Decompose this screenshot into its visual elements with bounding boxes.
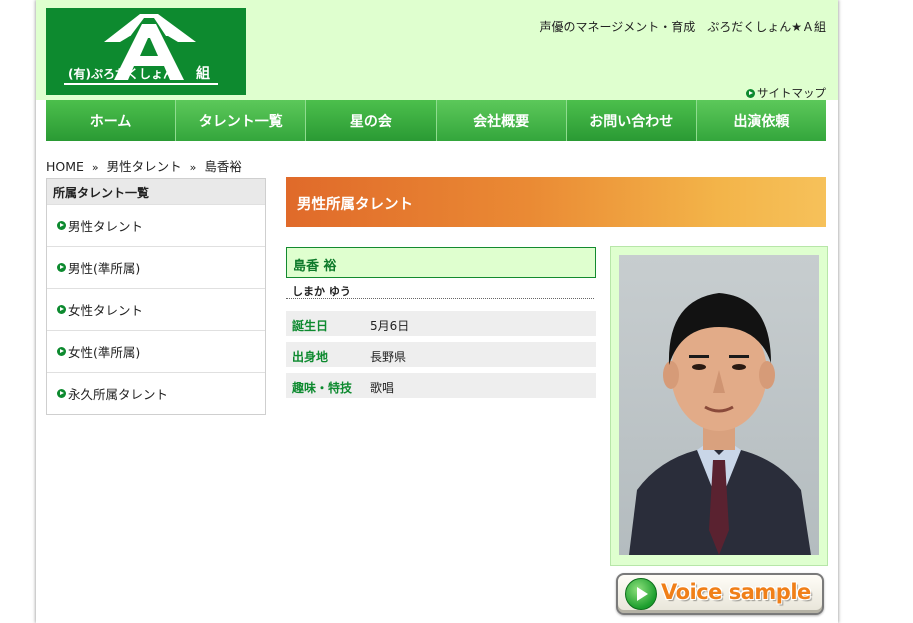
sidebar-item-male[interactable]: 男性タレント (47, 204, 265, 246)
breadcrumb-separator: » (91, 161, 99, 174)
talent-name-box: 島香 裕 (286, 247, 596, 278)
voice-sample-label: Voice sample (661, 580, 811, 604)
talent-photo (619, 255, 819, 555)
sidebar-title: 所属タレント一覧 (47, 179, 265, 204)
nav-item-contact[interactable]: お問い合わせ (566, 100, 697, 141)
arrow-bullet-icon (57, 347, 66, 356)
info-row-birthday: 誕生日 5月6日 (286, 311, 596, 336)
sidebar-item-label: 女性(準所属) (68, 345, 141, 360)
arrow-bullet-icon (746, 89, 755, 98)
sidebar-item-male-associate[interactable]: 男性(準所属) (47, 246, 265, 288)
breadcrumb-current: 島香裕 (204, 159, 242, 174)
sitemap-link[interactable]: サイトマップ (746, 85, 826, 101)
svg-text:組: 組 (196, 65, 210, 82)
nav-item-talent-list[interactable]: タレント一覧 (176, 100, 307, 141)
info-label: 趣味・特技 (292, 381, 353, 395)
portrait-image (629, 293, 811, 555)
talent-name: 島香 裕 (293, 259, 337, 274)
info-row-hobby: 趣味・特技 歌唱 (286, 373, 596, 398)
site-header: (有)ぷろだくしょん 組 声優のマネージメント・育成 ぷろだくしょん★Ａ組 サイ… (36, 0, 838, 100)
info-label: 出身地 (292, 350, 329, 364)
nav-item-company[interactable]: 会社概要 (436, 100, 567, 141)
logo-emblem-icon: (有)ぷろだくしょん 組 (64, 14, 218, 85)
sidebar-item-label: 男性(準所属) (68, 261, 141, 276)
page-container: (有)ぷろだくしょん 組 声優のマネージメント・育成 ぷろだくしょん★Ａ組 サイ… (36, 0, 838, 623)
arrow-bullet-icon (57, 221, 66, 230)
sidebar-item-label: 女性タレント (68, 303, 144, 318)
nav-item-hoshi-no-kai[interactable]: 星の会 (306, 100, 437, 141)
arrow-bullet-icon (57, 263, 66, 272)
breadcrumb-home[interactable]: HOME (46, 159, 84, 174)
sitemap-label: サイトマップ (757, 86, 826, 100)
info-value: 5月6日 (370, 319, 410, 333)
info-value: 歌唱 (370, 381, 395, 395)
main-navigation: ホーム タレント一覧 星の会 会社概要 お問い合わせ 出演依頼 (46, 100, 827, 141)
section-banner: 男性所属タレント (286, 177, 826, 227)
svg-text:(有)ぷろだくしょん: (有)ぷろだくしょん (68, 66, 175, 81)
arrow-bullet-icon (57, 305, 66, 314)
info-value: 長野県 (370, 350, 407, 364)
site-logo[interactable]: (有)ぷろだくしょん 組 (46, 8, 246, 95)
info-row-hometown: 出身地 長野県 (286, 342, 596, 367)
site-tagline: 声優のマネージメント・育成 ぷろだくしょん★Ａ組 (539, 20, 826, 34)
section-title: 男性所属タレント (297, 197, 413, 213)
voice-sample-button[interactable]: Voice sample (616, 573, 824, 615)
talent-name-reading: しまか ゆう (286, 283, 594, 299)
play-icon (625, 578, 657, 610)
sidebar-item-female[interactable]: 女性タレント (47, 288, 265, 330)
sidebar-item-label: 男性タレント (68, 219, 144, 234)
sidebar-item-label: 永久所属タレント (68, 387, 169, 402)
arrow-bullet-icon (57, 389, 66, 398)
breadcrumb: HOME » 男性タレント » 島香裕 (46, 156, 242, 175)
sidebar-item-female-associate[interactable]: 女性(準所属) (47, 330, 265, 372)
sidebar-item-permanent[interactable]: 永久所属タレント (47, 372, 265, 414)
breadcrumb-separator: » (189, 161, 197, 174)
sidebar: 所属タレント一覧 男性タレント 男性(準所属) 女性タレント 女性(準所属) 永… (46, 178, 266, 415)
breadcrumb-category[interactable]: 男性タレント (107, 159, 182, 174)
nav-item-home[interactable]: ホーム (46, 100, 177, 141)
info-label: 誕生日 (292, 319, 329, 333)
nav-item-booking[interactable]: 出演依頼 (696, 100, 827, 141)
talent-photo-frame (610, 246, 828, 566)
